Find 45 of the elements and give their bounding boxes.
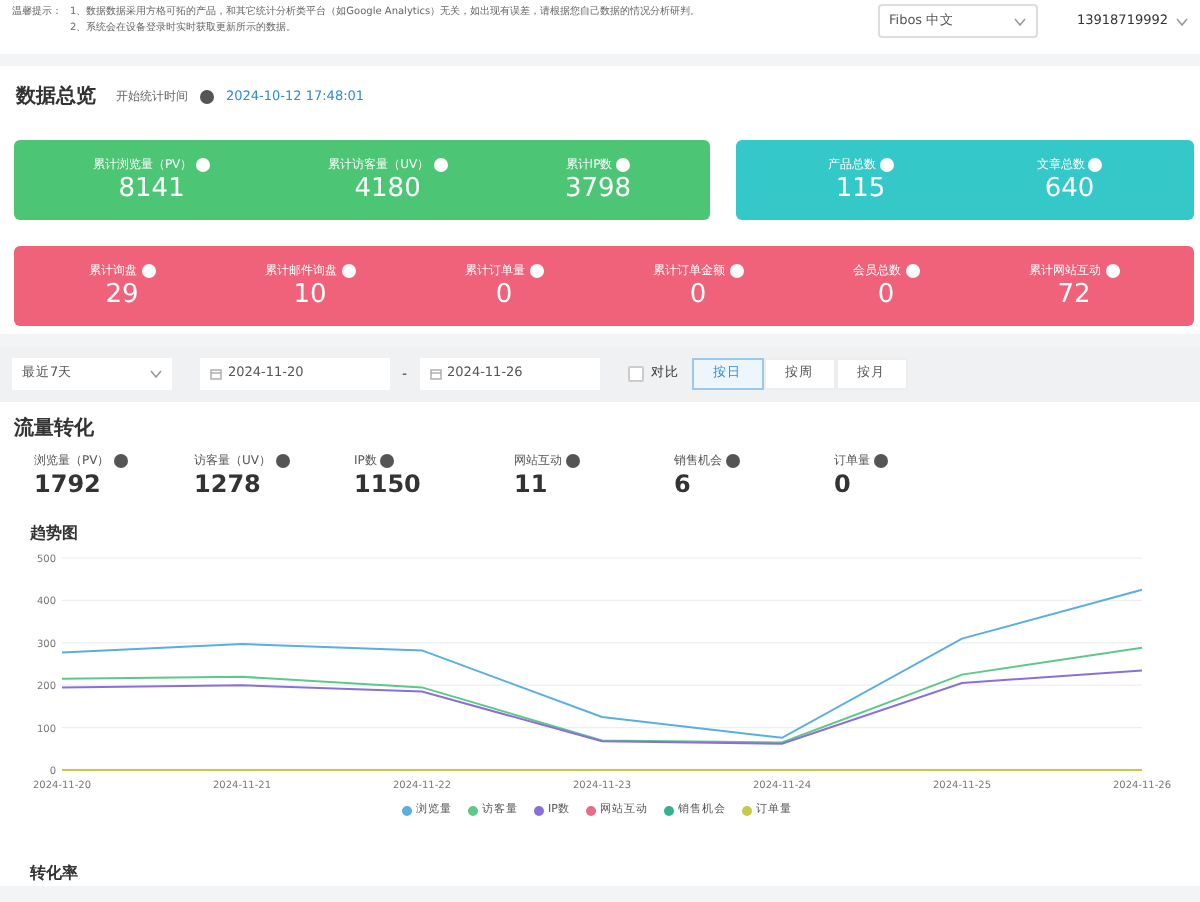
question-icon	[726, 454, 740, 468]
question-icon	[566, 454, 580, 468]
metric-value: 1278	[194, 470, 263, 498]
question-icon	[874, 454, 888, 468]
question-icon	[141, 264, 155, 278]
stat-value: 3798	[564, 174, 632, 204]
caret-icon	[1013, 17, 1025, 25]
question-icon	[113, 454, 128, 468]
metric-value: 1792	[34, 470, 103, 498]
section-title: 数据总览	[16, 83, 96, 112]
question-icon	[616, 158, 631, 172]
question-icon	[341, 264, 355, 278]
stat-value: 0	[495, 280, 513, 310]
stat-value: 72	[1057, 280, 1091, 310]
metric-value: 6	[674, 470, 693, 498]
question-icon	[729, 264, 743, 278]
stat-value: 0	[877, 280, 895, 310]
compare-checkbox[interactable]	[627, 366, 644, 382]
caret-icon	[1176, 17, 1188, 25]
stat-value: 640	[1044, 174, 1095, 204]
metric-value: 1150	[354, 470, 423, 498]
metric-value: 0	[834, 470, 853, 498]
question-icon	[275, 454, 289, 468]
calendar-icon	[210, 368, 222, 380]
stat-value: 115	[835, 174, 886, 204]
question-icon	[879, 158, 894, 172]
stat-value: 4180	[354, 174, 421, 204]
question-icon	[433, 158, 448, 172]
question-icon	[380, 454, 395, 468]
section-title: 转化率	[30, 862, 80, 887]
question-icon	[905, 264, 919, 278]
question-icon	[529, 264, 543, 278]
question-icon	[1088, 158, 1103, 172]
calendar-icon	[429, 368, 442, 380]
metric-value: 11	[514, 470, 550, 498]
section-title: 流量转化	[14, 414, 96, 444]
question-icon	[1105, 264, 1119, 278]
stat-value: 0	[689, 280, 707, 310]
question-icon	[196, 158, 211, 172]
section-title: 趋势图	[30, 522, 80, 546]
stat-value: 29	[105, 280, 139, 310]
caret-icon	[150, 370, 162, 378]
stat-value: 10	[293, 280, 327, 310]
question-icon	[200, 90, 214, 104]
stat-value: 8141	[118, 174, 185, 204]
